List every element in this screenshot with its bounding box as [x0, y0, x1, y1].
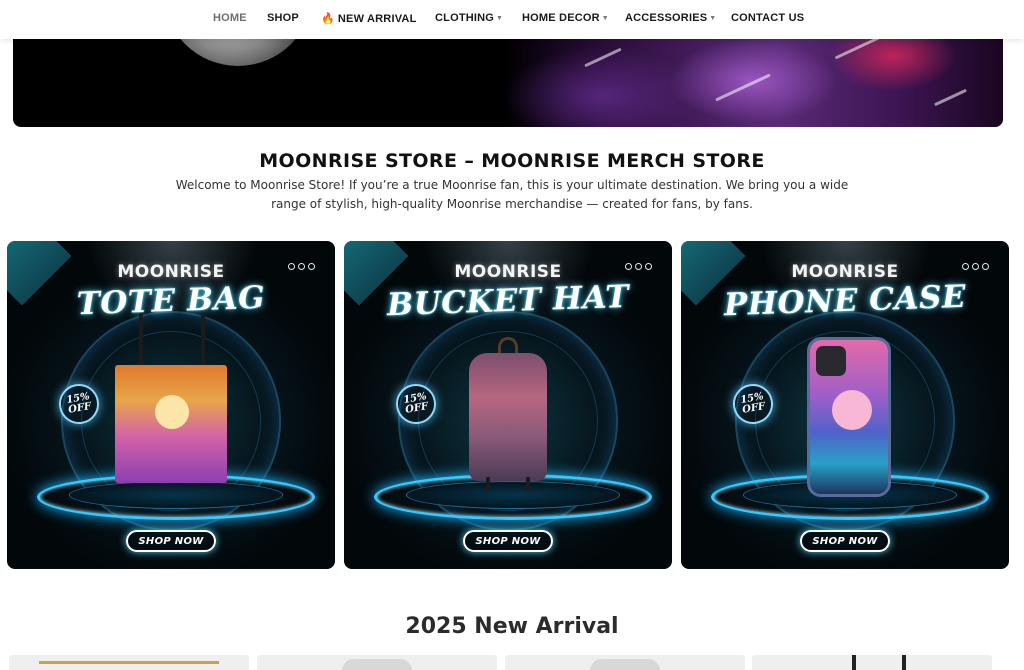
phone-case-moon — [832, 390, 872, 430]
nav-contact-us[interactable]: CONTACT US — [731, 12, 804, 24]
tote-print-sun — [155, 395, 189, 429]
thumbnail-detail — [902, 655, 906, 670]
hero-sparkle — [715, 73, 771, 102]
hero-sparkle — [584, 47, 622, 68]
shop-now-button[interactable]: SHOP NOW — [463, 530, 553, 552]
new-arrival-heading: 2025 New Arrival — [405, 614, 619, 639]
promo-card-phone-case[interactable]: MOONRISE PHONE CASE 15% OFF SHOP NOW — [681, 241, 1009, 569]
main-navigation: HOME SHOP 🔥 NEW ARRIVAL CLOTHING ▼ HOME DE… — [0, 0, 1024, 39]
tote-bag-image — [115, 365, 227, 483]
fire-icon: 🔥 — [321, 13, 335, 25]
chevron-down-icon: ▼ — [709, 15, 717, 22]
chevron-down-icon: ▼ — [496, 15, 504, 22]
camera-icon — [816, 346, 846, 376]
promo-card-bucket-hat[interactable]: MOONRISE BUCKET HAT 15% OFF SHOP NOW — [344, 241, 672, 569]
thumbnail-detail — [852, 655, 856, 670]
thumbnail-detail — [39, 661, 219, 664]
page: HOME SHOP 🔥 NEW ARRIVAL CLOTHING ▼ HOME DE… — [0, 0, 1024, 670]
tote-handle — [201, 313, 205, 373]
hero-sparkle — [934, 88, 967, 107]
card-platform-base — [406, 481, 620, 509]
backpack-foot — [526, 477, 530, 491]
product-thumbnail[interactable] — [9, 655, 249, 670]
intro-paragraph: Welcome to Moonrise Store! If you’re a t… — [175, 178, 849, 211]
backpack-foot — [486, 477, 490, 491]
backpack-image — [469, 353, 547, 481]
tote-handle — [139, 313, 143, 373]
shop-now-button[interactable]: SHOP NOW — [126, 530, 216, 552]
page-title: MOONRISE STORE – MOONRISE MERCH STORE — [259, 150, 765, 172]
thumbnail-detail — [590, 659, 660, 670]
thumbnail-detail — [342, 659, 412, 670]
chevron-down-icon: ▼ — [601, 15, 609, 22]
hero-artwork — [503, 26, 1003, 127]
hero-banner[interactable] — [13, 26, 1003, 127]
product-thumbnail[interactable] — [752, 655, 992, 670]
nav-new-arrival[interactable]: 🔥 NEW ARRIVAL — [321, 12, 417, 25]
promo-card-tote-bag[interactable]: MOONRISE TOTE BAG 15% OFF SHOP NOW — [7, 241, 335, 569]
nav-home[interactable]: HOME — [213, 12, 247, 24]
product-thumbnail[interactable] — [505, 655, 745, 670]
hero-sparkle — [834, 35, 882, 60]
phone-case-image — [807, 337, 891, 497]
product-thumbnail[interactable] — [257, 655, 497, 670]
nav-accessories[interactable]: ACCESSORIES ▼ — [625, 12, 716, 24]
nav-clothing[interactable]: CLOTHING ▼ — [435, 12, 503, 24]
shop-now-button[interactable]: SHOP NOW — [800, 530, 890, 552]
card-platform-base — [69, 481, 283, 509]
nav-home-decor[interactable]: HOME DECOR ▼ — [522, 12, 609, 24]
nav-shop[interactable]: SHOP — [267, 12, 299, 24]
